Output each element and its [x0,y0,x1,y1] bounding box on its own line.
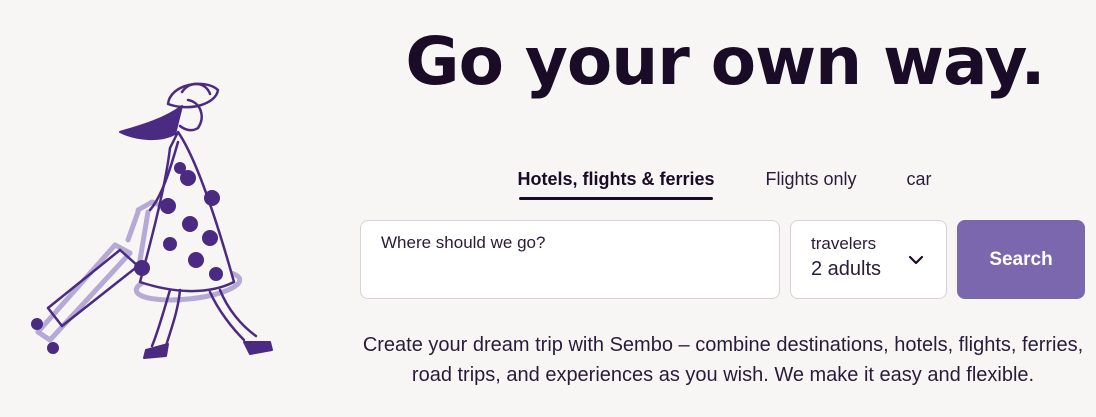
traveler-woman-with-suitcase-illustration [31,82,273,359]
chevron-down-icon [908,255,924,265]
travelers-dropdown[interactable]: travelers 2 adults [790,220,947,299]
page-title: Go your own way. [405,23,1045,100]
landing-page: Go your own way. Hotels, flights & ferri… [0,0,1096,417]
tab-hotels-flights-ferries[interactable]: Hotels, flights & ferries [516,158,716,200]
destination-input[interactable] [381,231,761,255]
search-button[interactable]: Search [957,220,1085,299]
tab-car[interactable]: car [899,158,939,200]
intro-description: Create your dream trip with Sembo – comb… [362,334,1084,386]
destination-field[interactable] [360,220,780,299]
travelers-label: travelers [811,234,877,253]
travelers-value: 2 adults [811,258,882,280]
tab-flights-only[interactable]: Flights only [756,158,866,200]
